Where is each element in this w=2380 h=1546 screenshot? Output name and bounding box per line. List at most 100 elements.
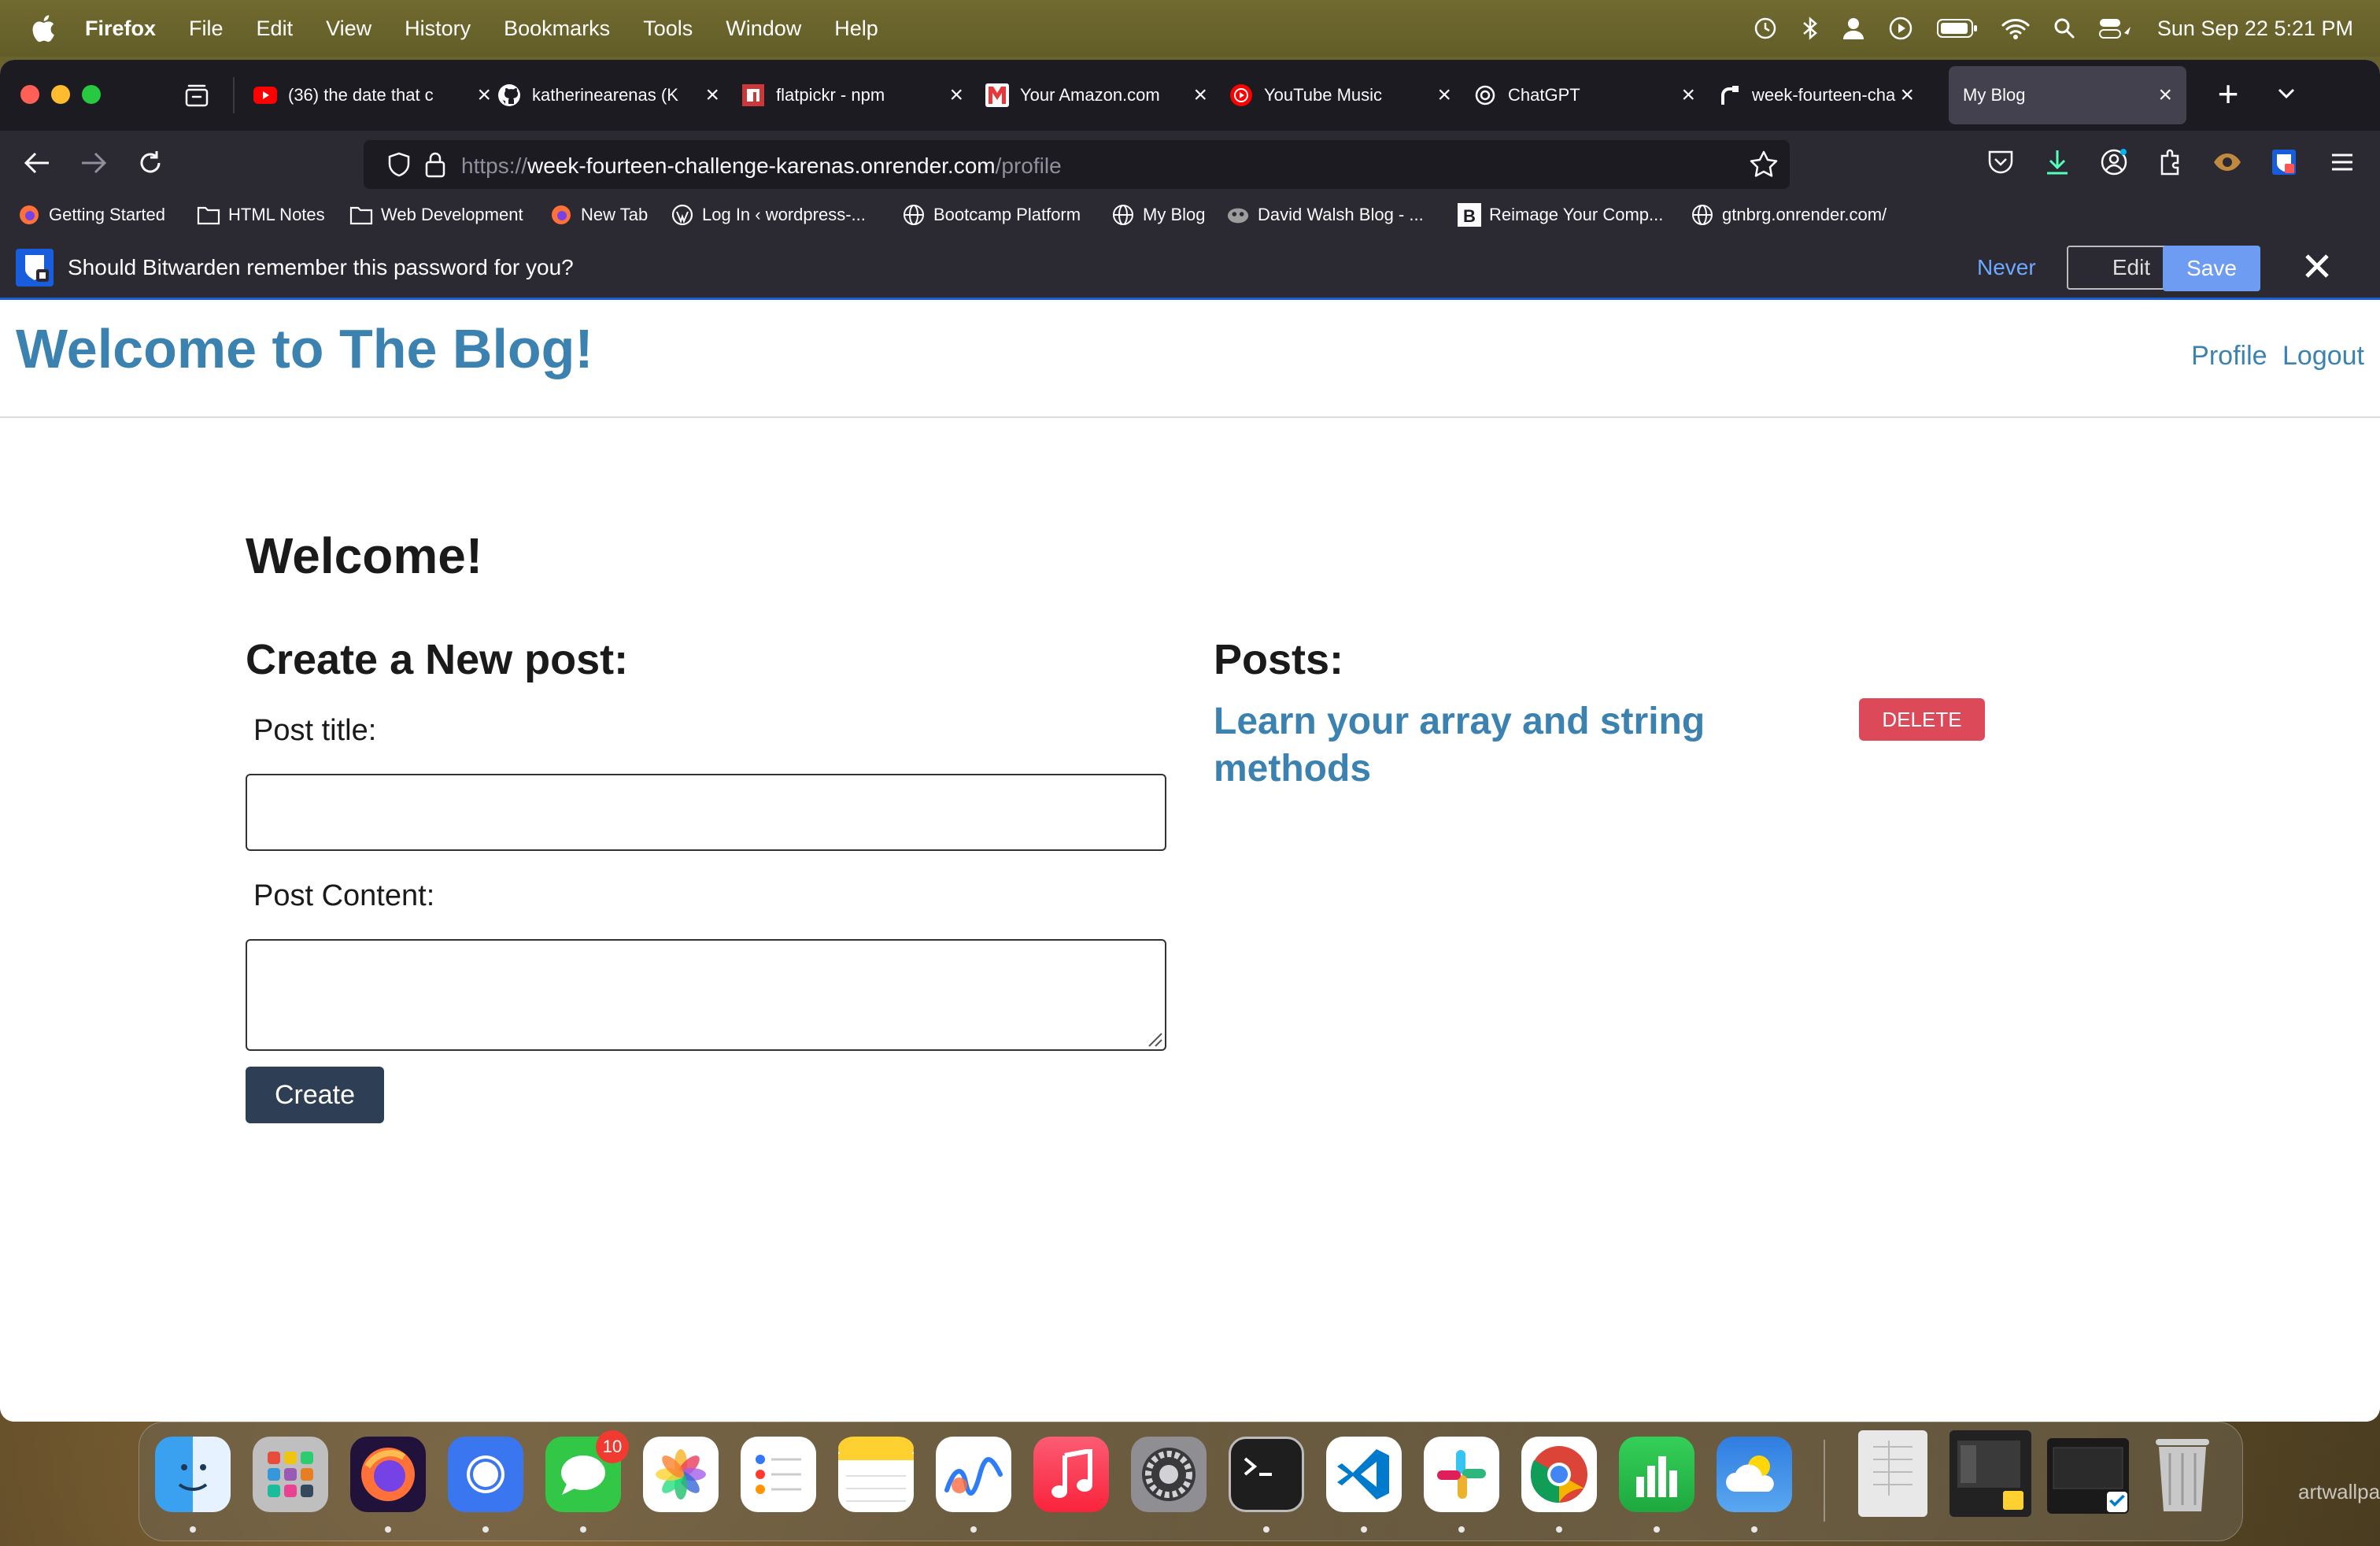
menubar-clock[interactable]: Sun Sep 22 5:21 PM	[2157, 17, 2353, 41]
bookmark-gtnbrg[interactable]: gtnbrg.onrender.com/	[1691, 203, 1887, 227]
system-settings-icon[interactable]	[1131, 1437, 1207, 1512]
list-all-tabs-icon[interactable]	[2267, 74, 2306, 113]
menu-file[interactable]: File	[189, 17, 224, 41]
menu-view[interactable]: View	[326, 17, 371, 41]
messages-icon[interactable]: 10	[545, 1430, 629, 1512]
tab-github[interactable]: katherinearenas (K ×	[497, 66, 734, 124]
bookmark-my-blog[interactable]: My Blog	[1111, 203, 1205, 227]
close-tab-icon[interactable]: ×	[2158, 83, 2172, 107]
menu-app-name[interactable]: Firefox	[85, 17, 156, 41]
site-title[interactable]: Welcome to The Blog!	[16, 317, 593, 380]
bookmark-bootcamp-platform[interactable]: Bootcamp Platform	[902, 203, 1081, 227]
google-chrome-icon[interactable]	[1521, 1437, 1597, 1512]
account-icon[interactable]	[2097, 145, 2131, 179]
battery-icon[interactable]	[1936, 18, 1978, 39]
apple-icon[interactable]	[30, 13, 57, 44]
slack-icon[interactable]	[1424, 1437, 1499, 1512]
never-button[interactable]: Never	[1977, 255, 2036, 280]
extensions-icon[interactable]	[2153, 145, 2188, 179]
post-title-link[interactable]: Learn your array and string methods	[1214, 698, 1765, 793]
tab-amazon[interactable]: Your Amazon.com ×	[985, 66, 1221, 124]
bookmark-star-icon[interactable]	[1749, 150, 1779, 179]
tab-youtube[interactable]: (36) the date that c ×	[253, 66, 505, 124]
url-bar[interactable]: https://week-fourteen-challenge-karenas.…	[364, 140, 1790, 189]
music-icon[interactable]	[1033, 1437, 1109, 1512]
terminal-icon[interactable]	[1229, 1437, 1304, 1512]
notes-icon[interactable]	[838, 1437, 914, 1512]
menu-history[interactable]: History	[405, 17, 471, 41]
resize-handle-icon[interactable]	[1144, 1029, 1163, 1048]
firefox-dock-icon[interactable]	[350, 1437, 426, 1512]
menu-help[interactable]: Help	[834, 17, 878, 41]
tab-youtube-music[interactable]: YouTube Music ×	[1229, 66, 1465, 124]
tab-npm[interactable]: flatpickr - npm ×	[741, 66, 978, 124]
bookmark-html-notes[interactable]: HTML Notes	[197, 203, 325, 227]
close-window-button[interactable]	[20, 85, 39, 104]
menu-edit[interactable]: Edit	[257, 17, 294, 41]
minimize-window-button[interactable]	[51, 85, 70, 104]
post-title-input[interactable]	[246, 774, 1166, 851]
close-tab-icon[interactable]: ×	[1681, 83, 1695, 107]
post-content-textarea[interactable]	[246, 939, 1166, 1051]
close-tab-icon[interactable]: ×	[1900, 83, 1914, 107]
bluetooth-icon[interactable]	[1802, 16, 1819, 41]
downloads-icon[interactable]	[2040, 145, 2075, 179]
menu-bookmarks[interactable]: Bookmarks	[504, 17, 610, 41]
save-button[interactable]: Save	[2163, 246, 2260, 291]
delete-post-button[interactable]: DELETE	[1859, 698, 1985, 741]
control-center-icon[interactable]	[2098, 17, 2132, 39]
nav-profile-link[interactable]: Profile	[2191, 341, 2267, 371]
csv-file-icon[interactable]	[1858, 1430, 1927, 1517]
url-text[interactable]: https://week-fourteen-challenge-karenas.…	[461, 153, 1062, 179]
nav-logout-link[interactable]: Logout	[2282, 341, 2364, 371]
hamburger-menu-icon[interactable]	[2325, 145, 2360, 179]
vscode-icon[interactable]	[1326, 1437, 1402, 1512]
close-tab-icon[interactable]: ×	[949, 83, 963, 107]
zoom-window-button[interactable]	[82, 85, 101, 104]
photos-icon[interactable]	[643, 1437, 719, 1512]
reload-button[interactable]	[131, 143, 170, 183]
trash-icon[interactable]	[2145, 1430, 2220, 1517]
freeform-icon[interactable]	[936, 1437, 1011, 1512]
bookmark-getting-started[interactable]: Getting Started	[17, 203, 165, 227]
spotlight-search-icon[interactable]	[2053, 17, 2075, 39]
signal-icon[interactable]	[448, 1437, 523, 1512]
time-machine-icon[interactable]	[1753, 16, 1778, 41]
firefox-view-icon[interactable]	[183, 82, 211, 110]
screenshot-stack-icon[interactable]	[1949, 1430, 2031, 1517]
lock-icon[interactable]	[423, 151, 447, 178]
bookmark-david-walsh[interactable]: David Walsh Blog - ...	[1226, 203, 1424, 227]
wifi-icon[interactable]	[2001, 17, 2030, 39]
bookmark-wordpress[interactable]: Log In ‹ wordpress-...	[671, 203, 866, 227]
forward-button[interactable]	[74, 143, 113, 183]
new-tab-button[interactable]: +	[2208, 74, 2248, 113]
bookmark-new-tab[interactable]: New Tab	[549, 203, 648, 227]
bookmark-web-development[interactable]: Web Development	[349, 203, 523, 227]
close-tab-icon[interactable]: ×	[1437, 83, 1451, 107]
tab-render[interactable]: week-fourteen-cha ×	[1717, 66, 1928, 124]
play-icon[interactable]	[1888, 16, 1913, 41]
tab-my-blog[interactable]: My Blog ×	[1949, 66, 2186, 124]
menu-window[interactable]: Window	[726, 17, 801, 41]
window-stack-icon[interactable]	[2047, 1438, 2129, 1514]
bitwarden-extension-icon[interactable]	[2267, 145, 2301, 179]
tracking-protection-icon[interactable]	[386, 151, 412, 178]
extension-eye-icon[interactable]	[2210, 145, 2245, 179]
reminders-icon[interactable]	[741, 1437, 816, 1512]
create-post-button[interactable]: Create	[246, 1067, 384, 1123]
back-button[interactable]	[17, 143, 57, 183]
launchpad-icon[interactable]	[253, 1437, 328, 1512]
user-icon[interactable]	[1842, 17, 1864, 40]
pocket-icon[interactable]	[1983, 145, 2018, 179]
bookmark-reimage[interactable]: B Reimage Your Comp...	[1458, 203, 1663, 227]
close-tab-icon[interactable]: ×	[477, 83, 491, 107]
close-icon[interactable]	[2295, 244, 2339, 288]
tab-chatgpt[interactable]: ChatGPT ×	[1473, 66, 1709, 124]
finder-icon[interactable]	[155, 1437, 231, 1512]
menu-tools[interactable]: Tools	[643, 17, 693, 41]
running-indicator	[1556, 1526, 1562, 1533]
close-tab-icon[interactable]: ×	[705, 83, 719, 107]
numbers-icon[interactable]	[1619, 1437, 1694, 1512]
weather-icon[interactable]	[1717, 1437, 1792, 1512]
close-tab-icon[interactable]: ×	[1193, 83, 1207, 107]
